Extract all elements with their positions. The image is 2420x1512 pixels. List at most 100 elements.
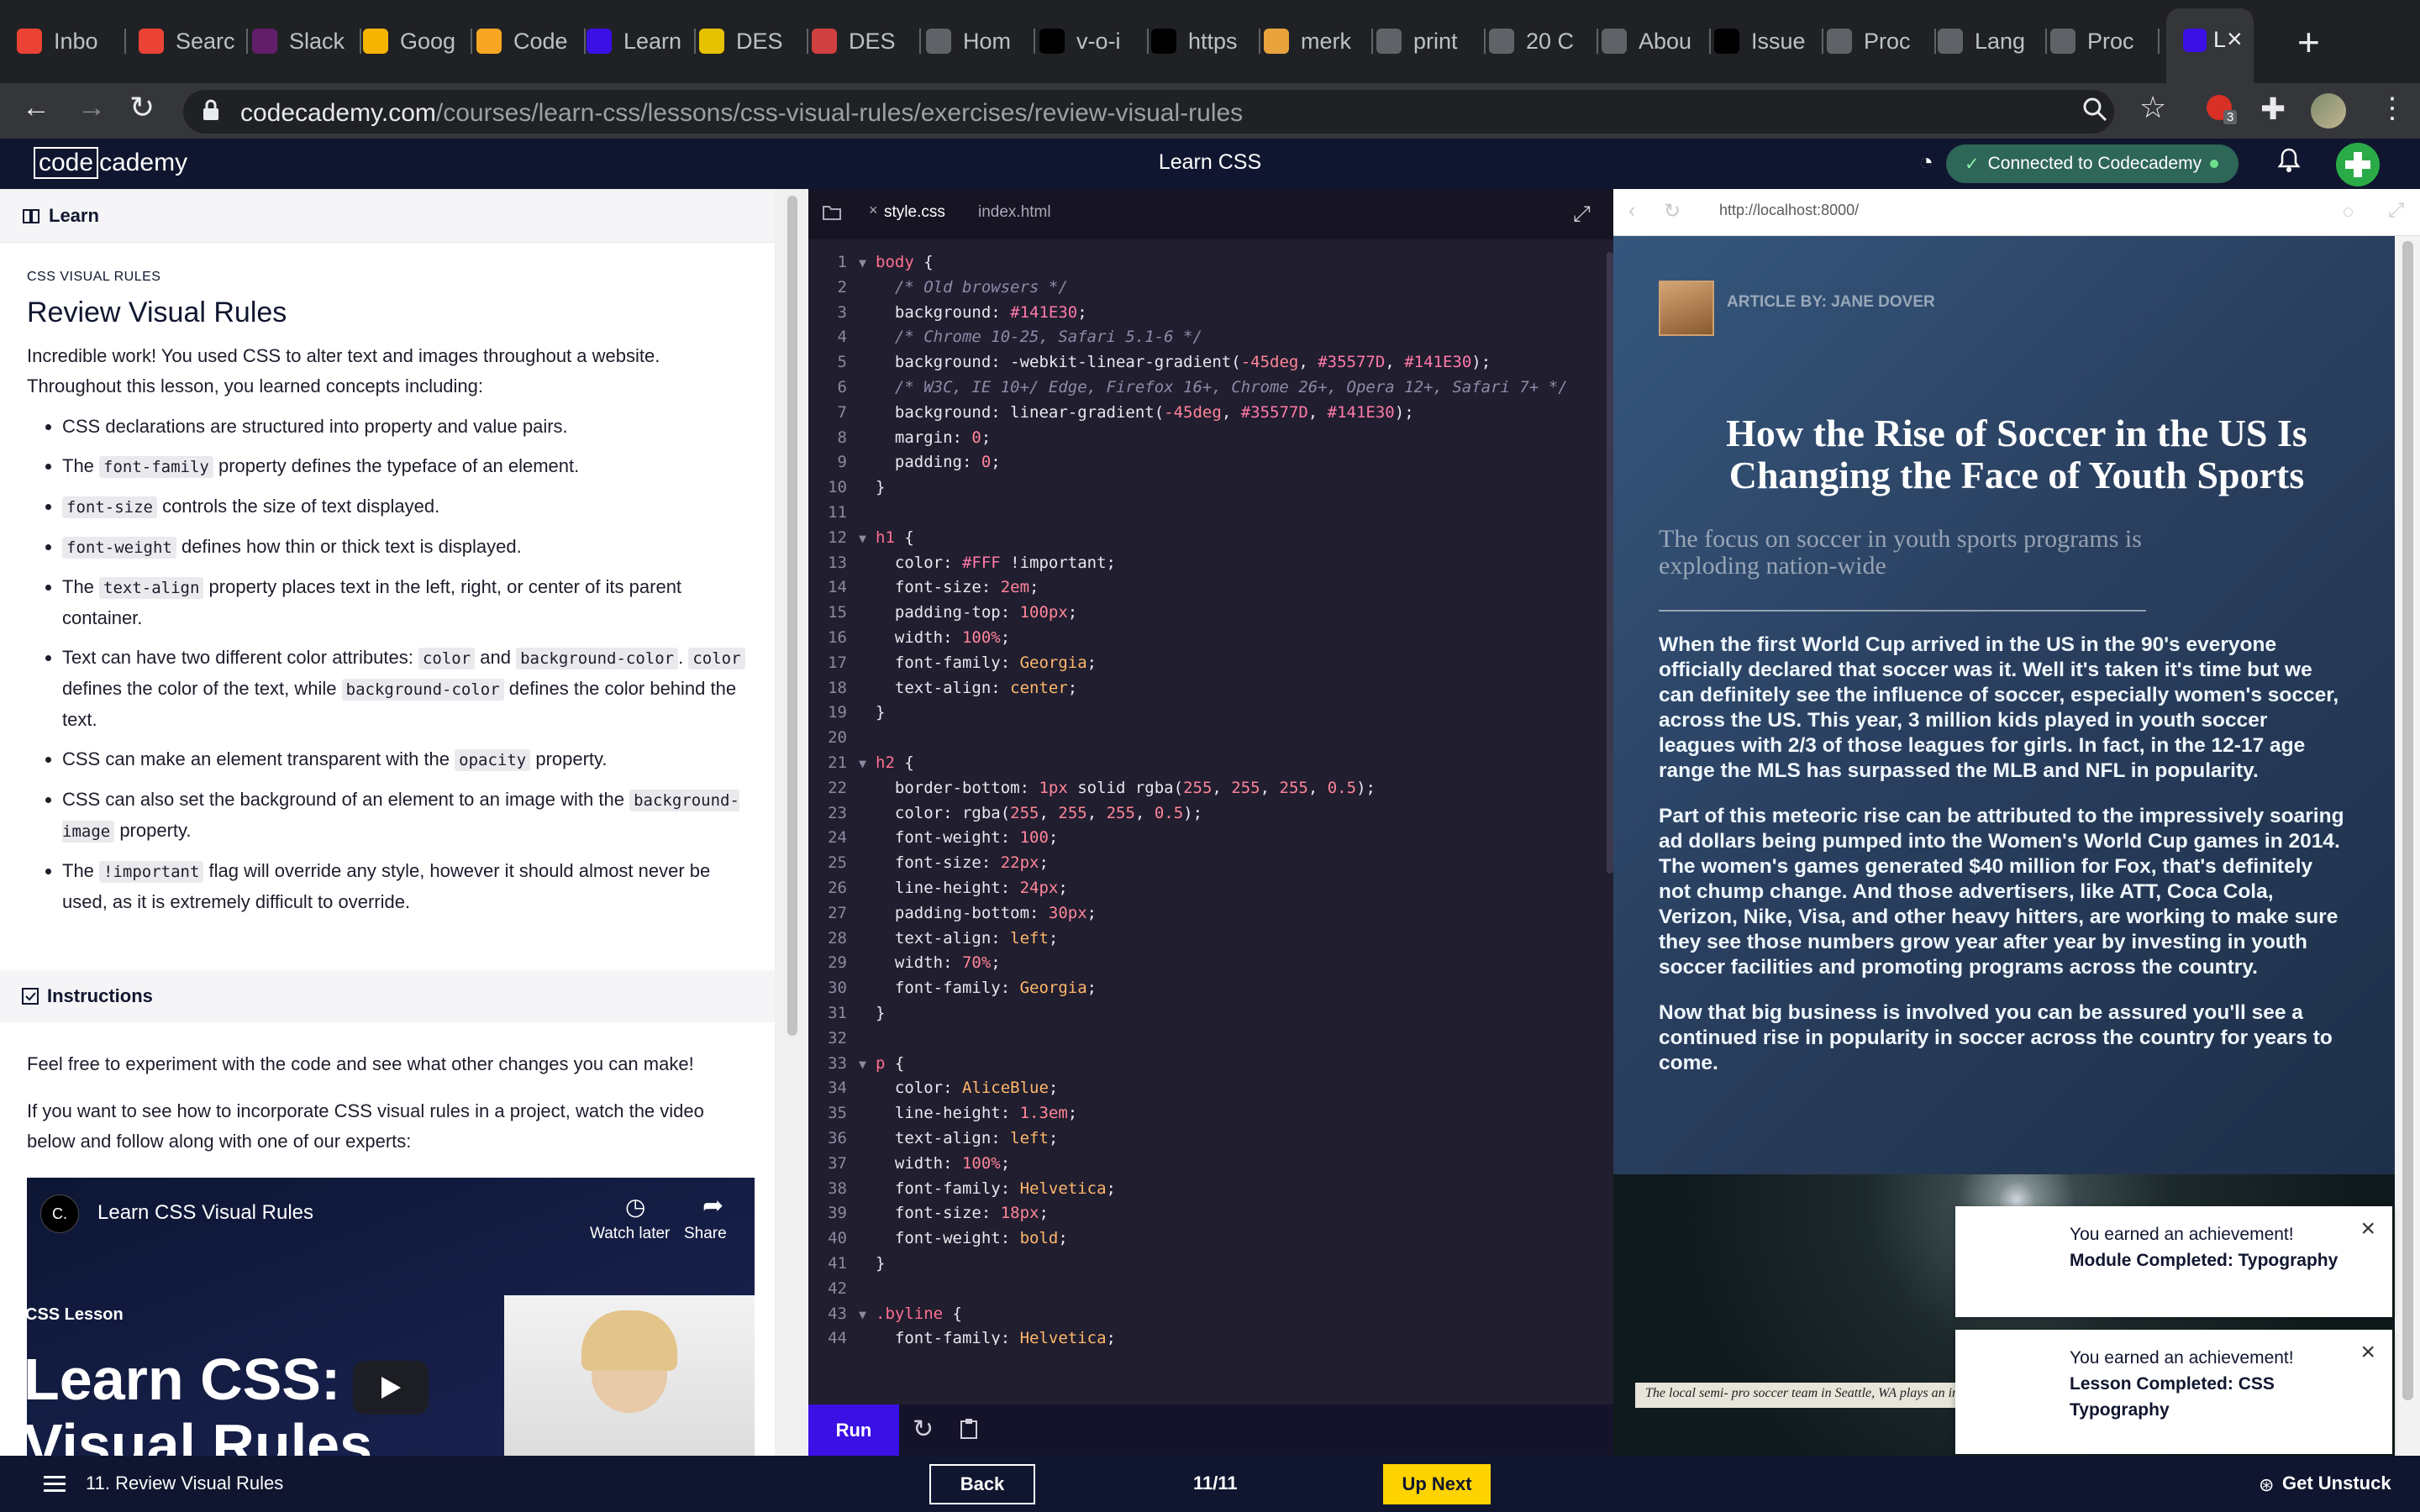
- code-line[interactable]: 36 text-align: left;: [808, 1129, 1613, 1154]
- browser-tab[interactable]: Learn: [587, 12, 696, 71]
- editor-scrollbar[interactable]: [1607, 252, 1613, 874]
- play-icon[interactable]: [353, 1361, 429, 1415]
- code-line[interactable]: 29 width: 70%;: [808, 953, 1613, 979]
- tab-index-html[interactable]: index.html: [978, 203, 1051, 222]
- browser-tab[interactable]: Abou: [1602, 12, 1711, 71]
- user-avatar[interactable]: [2336, 143, 2380, 186]
- code-line[interactable]: 25 font-size: 22px;: [808, 853, 1613, 879]
- code-line[interactable]: 39 font-size: 18px;: [808, 1204, 1613, 1229]
- code-line[interactable]: 8 margin: 0;: [808, 428, 1613, 454]
- refresh-icon[interactable]: ↻: [913, 1415, 934, 1444]
- video-title[interactable]: Learn CSS Visual Rules: [97, 1201, 313, 1225]
- connected-status-pill[interactable]: ✓ Connected to Codecademy: [1946, 144, 2238, 183]
- preview-url[interactable]: http://localhost:8000/: [1719, 202, 1859, 219]
- profile-avatar[interactable]: [2311, 93, 2346, 129]
- code-line[interactable]: 17 font-family: Georgia;: [808, 654, 1613, 679]
- video-embed[interactable]: C. Learn CSS Visual Rules ◷ Watch later …: [27, 1178, 755, 1456]
- browser-tab[interactable]: Hom: [926, 12, 1035, 71]
- lesson-scrollbar[interactable]: [775, 189, 808, 1456]
- browser-tab[interactable]: Inbo: [17, 12, 126, 71]
- forward-arrow-icon[interactable]: →: [77, 92, 106, 124]
- fold-arrow-icon[interactable]: ▼: [859, 1307, 866, 1322]
- browser-tab[interactable]: DES: [812, 12, 921, 71]
- get-unstuck-button[interactable]: Get Unstuck: [2282, 1473, 2391, 1494]
- code-line[interactable]: 34 color: AliceBlue;: [808, 1079, 1613, 1104]
- bell-icon[interactable]: [2277, 147, 2301, 174]
- close-icon[interactable]: ×: [2360, 1340, 2375, 1365]
- browser-tab[interactable]: Lang: [1938, 12, 2047, 71]
- preview-scrollbar[interactable]: [2395, 236, 2420, 1456]
- code-line[interactable]: 24 font-weight: 100;: [808, 828, 1613, 853]
- code-line[interactable]: 11: [808, 503, 1613, 528]
- code-line[interactable]: 38 font-family: Helvetica;: [808, 1179, 1613, 1205]
- browser-tab[interactable]: Proc: [1827, 12, 1936, 71]
- browser-tab[interactable]: DES: [699, 12, 808, 71]
- code-line[interactable]: 6 /* W3C, IE 10+/ Edge, Firefox 16+, Chr…: [808, 378, 1613, 403]
- code-line[interactable]: 28 text-align: left;: [808, 929, 1613, 954]
- code-line[interactable]: 37 width: 100%;: [808, 1154, 1613, 1179]
- code-line[interactable]: 14 font-size: 2em;: [808, 578, 1613, 603]
- code-line[interactable]: 13 color: #FFF !important;: [808, 554, 1613, 579]
- preview-back-icon[interactable]: ‹: [1628, 199, 1635, 223]
- fold-arrow-icon[interactable]: ▼: [859, 531, 866, 546]
- tab-style-css[interactable]: style.css: [884, 203, 945, 222]
- code-line[interactable]: 18 text-align: center;: [808, 679, 1613, 704]
- code-line[interactable]: 44 font-family: Helvetica;: [808, 1329, 1613, 1345]
- reload-icon[interactable]: ↻: [129, 90, 155, 125]
- scroll-thumb[interactable]: [2402, 241, 2413, 1400]
- code-line[interactable]: 31}: [808, 1004, 1613, 1029]
- lesson-nav-label[interactable]: 11. Review Visual Rules: [86, 1473, 283, 1494]
- browser-tab[interactable]: Searc: [139, 12, 248, 71]
- code-line[interactable]: 9 padding: 0;: [808, 453, 1613, 478]
- code-line[interactable]: 20: [808, 728, 1613, 753]
- zoom-icon[interactable]: [2081, 95, 2109, 123]
- browser-tab[interactable]: Proc: [2050, 12, 2160, 71]
- close-tab-icon[interactable]: ×: [869, 202, 878, 219]
- code-line[interactable]: 42: [808, 1279, 1613, 1305]
- run-button[interactable]: Run: [808, 1404, 899, 1456]
- code-line[interactable]: 2 /* Old browsers */: [808, 278, 1613, 303]
- browser-tab[interactable]: print: [1376, 12, 1486, 71]
- code-line[interactable]: 22 border-bottom: 1px solid rgba(255, 25…: [808, 779, 1613, 804]
- code-line[interactable]: 4 /* Chrome 10-25, Safari 5.1-6 */: [808, 328, 1613, 353]
- fold-arrow-icon[interactable]: ▼: [859, 255, 866, 270]
- browser-tab[interactable]: merk: [1264, 12, 1373, 71]
- tab-close-icon[interactable]: ×: [2227, 24, 2243, 55]
- code-line[interactable]: 10}: [808, 478, 1613, 503]
- share-icon[interactable]: ➦: [702, 1191, 723, 1221]
- code-line[interactable]: 26 line-height: 24px;: [808, 879, 1613, 904]
- scroll-thumb[interactable]: [787, 196, 797, 1036]
- browser-tab[interactable]: Slack: [252, 12, 361, 71]
- code-line[interactable]: 41}: [808, 1254, 1613, 1279]
- browser-tab[interactable]: Goog: [363, 12, 472, 71]
- browser-tab[interactable]: Code: [476, 12, 586, 71]
- browser-tab[interactable]: v-o-i: [1039, 12, 1149, 71]
- code-line[interactable]: 32: [808, 1029, 1613, 1054]
- new-tab-plus-icon[interactable]: +: [2297, 17, 2320, 67]
- browser-tab[interactable]: 20 C: [1489, 12, 1598, 71]
- fullscreen-icon[interactable]: ⤢: [2388, 199, 2404, 223]
- close-icon[interactable]: ×: [2360, 1216, 2375, 1242]
- code-line[interactable]: 35 line-height: 1.3em;: [808, 1104, 1613, 1129]
- code-line[interactable]: 12 ▼ h1 {: [808, 528, 1613, 554]
- active-tab[interactable]: L ×: [2166, 8, 2254, 83]
- fold-arrow-icon[interactable]: ▼: [859, 1057, 866, 1072]
- bookmark-star-icon[interactable]: ☆: [2139, 90, 2166, 125]
- back-arrow-icon[interactable]: ←: [22, 92, 50, 124]
- browser-tab[interactable]: https: [1151, 12, 1260, 71]
- url-bar[interactable]: codecademy.com/courses/learn-css/lessons…: [183, 90, 2114, 134]
- back-button[interactable]: Back: [929, 1464, 1035, 1504]
- code-line[interactable]: 30 font-family: Georgia;: [808, 979, 1613, 1004]
- code-line[interactable]: 7 background: linear-gradient(-45deg, #3…: [808, 403, 1613, 428]
- expand-icon[interactable]: ⤢: [1573, 201, 1591, 228]
- code-line[interactable]: 33 ▼ p {: [808, 1054, 1613, 1079]
- code-line[interactable]: 40 font-weight: bold;: [808, 1229, 1613, 1254]
- code-line[interactable]: 16 width: 100%;: [808, 628, 1613, 654]
- code-lines[interactable]: 1 ▼ body {2 /* Old browsers */3 background…: [808, 253, 1613, 1345]
- fold-arrow-icon[interactable]: ▼: [859, 756, 866, 771]
- code-line[interactable]: 15 padding-top: 100px;: [808, 603, 1613, 628]
- preview-reload-icon[interactable]: ↻: [1664, 199, 1681, 223]
- clock-icon[interactable]: ◷: [625, 1193, 645, 1221]
- kebab-menu-icon[interactable]: ⋮: [2378, 92, 2407, 125]
- code-line[interactable]: 19}: [808, 703, 1613, 728]
